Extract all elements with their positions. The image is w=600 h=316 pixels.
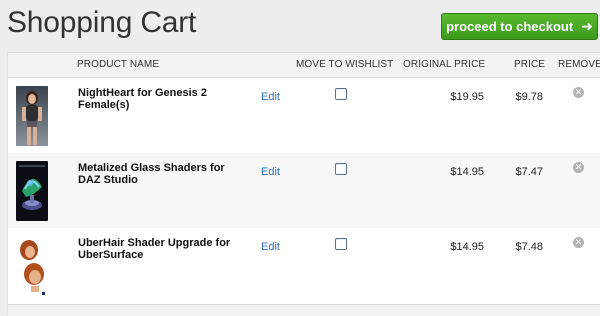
table-row: NightHeart for Genesis 2 Female(s) Edit … bbox=[8, 78, 600, 153]
original-price: $14.95 bbox=[450, 241, 484, 253]
table-row: Metalized Glass Shaders for DAZ Studio E… bbox=[8, 153, 600, 228]
remove-x-icon[interactable]: ✕ bbox=[573, 162, 584, 173]
edit-link[interactable]: Edit bbox=[261, 91, 280, 103]
table-row: UberHair Shader Upgrade for UberSurface … bbox=[8, 228, 600, 303]
product-name[interactable]: UberHair Shader Upgrade for UberSurface bbox=[78, 237, 243, 261]
header-original-price: ORIGINAL PRICE bbox=[403, 59, 486, 70]
header-remove: REMOVE bbox=[558, 59, 600, 70]
female-figure-thumbnail-icon bbox=[16, 86, 48, 146]
price: $7.47 bbox=[515, 166, 543, 178]
move-to-wishlist-checkbox[interactable] bbox=[335, 238, 347, 250]
table-footer bbox=[8, 304, 600, 316]
product-name[interactable]: NightHeart for Genesis 2 Female(s) bbox=[78, 87, 243, 111]
edit-link[interactable]: Edit bbox=[261, 166, 280, 178]
checkout-label: proceed to checkout bbox=[446, 19, 574, 34]
edit-link[interactable]: Edit bbox=[261, 241, 280, 253]
original-price: $19.95 bbox=[450, 91, 484, 103]
remove-x-icon[interactable]: ✕ bbox=[573, 87, 584, 98]
page-title: Shopping Cart bbox=[7, 6, 197, 39]
header-product-name: PRODUCT NAME bbox=[77, 59, 160, 70]
product-thumbnail[interactable] bbox=[16, 236, 48, 296]
proceed-to-checkout-button[interactable]: proceed to checkout ➜ bbox=[441, 13, 598, 40]
cart-table: PRODUCT NAME MOVE TO WISHLIST ORIGINAL P… bbox=[7, 52, 600, 316]
price: $9.78 bbox=[515, 91, 543, 103]
remove-x-icon[interactable]: ✕ bbox=[573, 237, 584, 248]
header-move-to-wishlist: MOVE TO WISHLIST bbox=[296, 59, 394, 70]
move-to-wishlist-checkbox[interactable] bbox=[335, 163, 347, 175]
product-thumbnail[interactable] bbox=[16, 86, 48, 146]
original-price: $14.95 bbox=[450, 166, 484, 178]
table-header: PRODUCT NAME MOVE TO WISHLIST ORIGINAL P… bbox=[8, 53, 600, 78]
product-thumbnail[interactable] bbox=[16, 161, 48, 221]
arrow-right-icon: ➜ bbox=[581, 18, 593, 34]
product-name[interactable]: Metalized Glass Shaders for DAZ Studio bbox=[78, 162, 243, 186]
move-to-wishlist-checkbox[interactable] bbox=[335, 88, 347, 100]
header-price: PRICE bbox=[514, 59, 546, 70]
hair-shader-thumbnail-icon bbox=[16, 236, 48, 296]
glass-shader-thumbnail-icon bbox=[16, 161, 48, 221]
price: $7.48 bbox=[515, 241, 543, 253]
